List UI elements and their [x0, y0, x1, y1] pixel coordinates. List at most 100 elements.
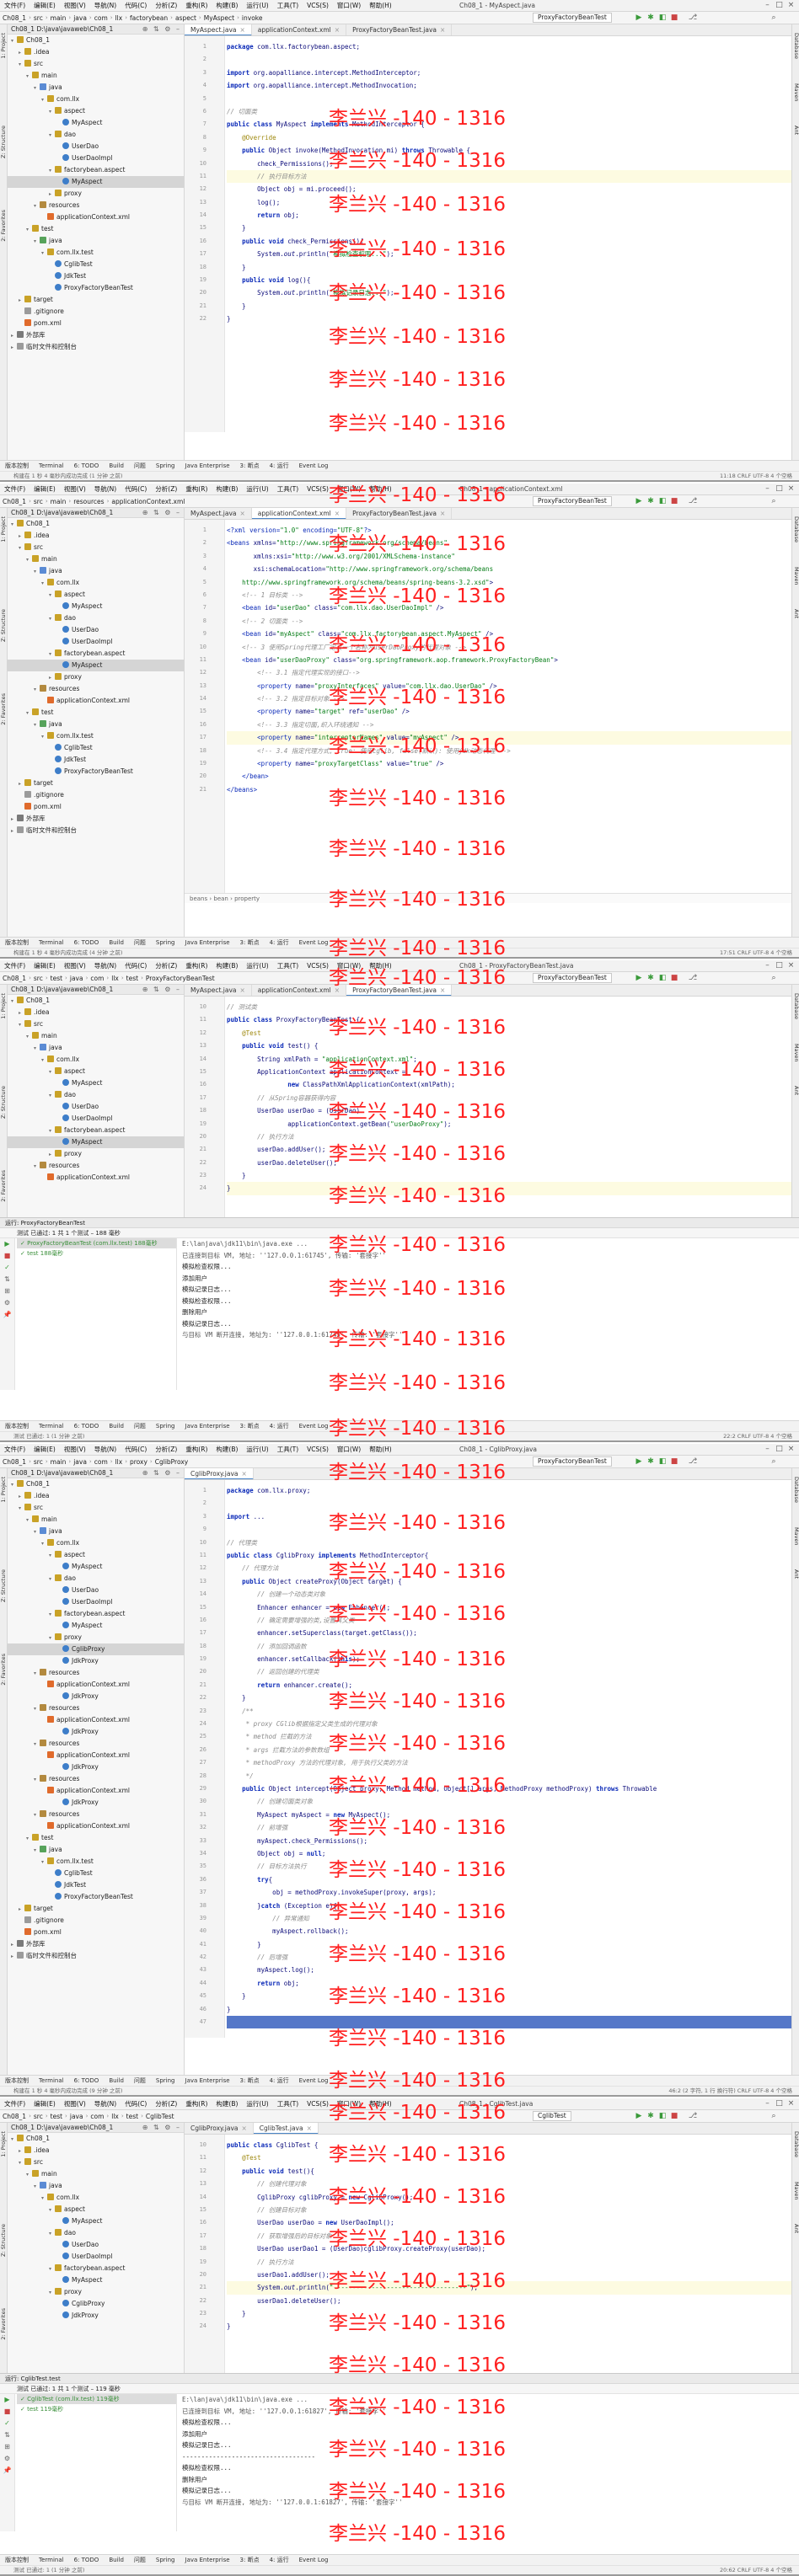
tree-item[interactable]: ▸ .idea — [8, 1007, 184, 1018]
run-icon[interactable]: ▶ — [634, 973, 644, 983]
code-line[interactable]: 16 UserDao userDao = new UserDaoImpl(); — [200, 2216, 791, 2229]
menu-item[interactable]: 构建(B) — [212, 484, 242, 494]
code-line[interactable]: 20 userDao1.addUser(); — [200, 2269, 791, 2281]
code-line[interactable]: 10 public class CglibTest { — [200, 2139, 791, 2151]
settings-icon[interactable]: ⚙ — [0, 2453, 14, 2465]
tree-item[interactable]: ▸ .idea — [8, 1490, 184, 1502]
menu-item[interactable]: 运行(U) — [242, 484, 272, 494]
code-line[interactable]: 16 <!-- 3.3 指定切面,织入环绕通知 --> — [200, 719, 791, 731]
code-line[interactable]: 44 return obj; — [200, 1977, 791, 1990]
breadcrumb-item[interactable]: test — [124, 975, 141, 982]
bottom-tool-tab[interactable]: 3: 断点 — [235, 938, 265, 948]
expand-arrow-icon[interactable]: ▸ — [49, 189, 55, 200]
menu-item[interactable]: 视图(V) — [60, 961, 90, 970]
code-line[interactable]: 24 * proxy CGlib根据指定父类生成的代理对象 — [200, 1718, 791, 1730]
run-icon[interactable]: ▶ — [634, 1456, 644, 1467]
code-line[interactable]: 11 <bean id="userDaoProxy" class="org.sp… — [200, 654, 791, 666]
tree-item[interactable]: MyAspect — [8, 601, 184, 612]
maximize-icon[interactable]: □ — [775, 1445, 784, 1454]
tree-item[interactable]: pom.xml — [8, 1927, 184, 1938]
expand-arrow-icon[interactable]: ▸ — [49, 672, 55, 684]
bottom-tool-tab[interactable]: 版本控制 — [0, 2555, 34, 2565]
tree-item[interactable]: ▾ main — [8, 2168, 184, 2180]
tree-item[interactable]: ▾ com.llx.test — [8, 1856, 184, 1868]
close-tab-icon[interactable]: × — [240, 26, 245, 34]
code-line[interactable]: 8 <!-- 2 切面类 --> — [203, 615, 791, 628]
code-line[interactable]: 26 * args 拦截方法的参数数组 — [200, 1744, 791, 1756]
expand-arrow-icon[interactable]: ▸ — [11, 1939, 17, 1951]
code-editor[interactable]: 10 public class CglibTest {11 @Test 12 pub… — [185, 2135, 791, 2373]
expand-arrow-icon[interactable]: ▾ — [19, 1503, 24, 1515]
bottom-tool-tab[interactable]: Build — [104, 461, 129, 471]
code-line[interactable]: 30 // 创建切面类对象 — [200, 1795, 791, 1808]
menu-item[interactable]: 重构(R) — [181, 961, 212, 970]
project-toolbar-icons[interactable]: ⊕ ⇅ ⚙ – — [142, 508, 181, 518]
tree-item[interactable]: ▾ com.llx — [8, 577, 184, 589]
code-line[interactable]: 16 new ClassPathXmlApplicationContext(xm… — [200, 1078, 791, 1091]
breadcrumb-item[interactable]: java — [71, 14, 89, 22]
code-line[interactable]: 29 public Object intercept(Object proxy,… — [200, 1782, 791, 1795]
breadcrumb-item[interactable]: java — [67, 2113, 86, 2120]
menu-item[interactable]: VCS(S) — [303, 485, 333, 493]
tree-item[interactable]: ▾ dao — [8, 612, 184, 624]
code-line[interactable]: 34 Object obj = null; — [200, 1847, 791, 1860]
tree-item[interactable]: MyAspect — [8, 1077, 184, 1089]
expand-arrow-icon[interactable]: ▾ — [49, 2205, 55, 2216]
tree-item[interactable]: ▾ resources — [8, 1702, 184, 1714]
menu-item[interactable]: 文件(F) — [0, 1445, 29, 1454]
breadcrumb-item[interactable]: Ch08_1 — [0, 2113, 29, 2120]
menu-item[interactable]: 工具(T) — [273, 484, 303, 494]
close-icon[interactable]: × — [786, 1445, 796, 1454]
pass-filter-icon[interactable]: ✓ — [0, 2418, 14, 2429]
expand-arrow-icon[interactable]: ▾ — [34, 83, 40, 94]
maximize-icon[interactable]: □ — [775, 1, 784, 10]
expand-arrow-icon[interactable]: ▾ — [41, 248, 47, 259]
code-line[interactable]: 15 ApplicationContext applicationContext… — [200, 1066, 791, 1078]
tree-item[interactable]: applicationContext.xml — [8, 1172, 184, 1184]
bottom-tool-tab[interactable]: 3: 断点 — [235, 2076, 265, 2086]
tree-item[interactable]: ▾ src — [8, 58, 184, 70]
code-line[interactable]: 6 <!-- 1 目标类 --> — [203, 589, 791, 601]
minimize-icon[interactable]: – — [763, 1, 772, 10]
coverage-icon[interactable]: ◧ — [657, 2111, 668, 2121]
tool-window-button-favorites[interactable]: 2: Favorites — [0, 2308, 8, 2340]
code-line[interactable]: 10 <!-- 3 使用Spring代理工厂定义一个名称为userDaoProx… — [200, 641, 791, 654]
tree-item[interactable]: ProxyFactoryBeanTest — [8, 282, 184, 294]
breadcrumb-item[interactable]: resources — [71, 498, 106, 505]
code-line[interactable]: 11 @Test — [200, 2151, 791, 2164]
code-line[interactable]: 6 // 切面类 — [203, 105, 791, 118]
expand-arrow-icon[interactable]: ▾ — [11, 996, 17, 1007]
project-toolbar-icons[interactable]: ⊕ ⇅ ⚙ – — [142, 2123, 181, 2133]
editor-tab[interactable]: MyAspect.java × — [185, 508, 252, 519]
bottom-tool-tab[interactable]: 6: TODO — [69, 461, 105, 471]
menu-item[interactable]: 构建(B) — [212, 1, 242, 10]
tree-item[interactable]: ▸ .idea — [8, 46, 184, 58]
test-result-item[interactable]: ✓ ProxyFactoryBeanTest (com.llx.test) 18… — [17, 1238, 176, 1248]
expand-arrow-icon[interactable]: ▾ — [34, 236, 40, 248]
breadcrumb-item[interactable]: main — [48, 498, 69, 505]
expand-arrow-icon[interactable]: ▸ — [19, 1491, 24, 1503]
git-icon[interactable]: ⎇ — [688, 973, 698, 983]
tree-item[interactable]: MyAspect — [8, 1136, 184, 1148]
menu-item[interactable]: 窗口(W) — [333, 961, 365, 970]
menu-item[interactable]: 视图(V) — [60, 1, 90, 10]
code-line[interactable]: 32 // 前增强 — [200, 1821, 791, 1834]
tree-item[interactable]: ▾ dao — [8, 1089, 184, 1101]
close-tab-icon[interactable]: × — [242, 2124, 247, 2132]
bottom-tool-tab[interactable]: Terminal — [34, 2076, 69, 2086]
close-icon[interactable]: × — [786, 484, 796, 494]
breadcrumb-item[interactable]: CglibProxy — [153, 1458, 190, 1466]
tree-item[interactable]: ▾ main — [8, 1514, 184, 1526]
bottom-tool-tab[interactable]: 6: TODO — [69, 938, 105, 948]
breadcrumb-item[interactable]: test — [48, 2113, 65, 2120]
expand-arrow-icon[interactable]: ▾ — [34, 684, 40, 696]
code-line[interactable]: 22 userDao1.deleteUser(); — [200, 2295, 791, 2307]
search-icon[interactable]: ⌕ — [769, 13, 779, 23]
tree-item[interactable]: ▾ com.llx — [8, 2192, 184, 2204]
code-line[interactable]: 21 </beans> — [200, 783, 791, 796]
bottom-tool-tab[interactable]: 4: 运行 — [265, 2555, 294, 2565]
tree-item[interactable]: ▾ src — [8, 2156, 184, 2168]
tree-item[interactable]: applicationContext.xml — [8, 1820, 184, 1832]
close-tab-icon[interactable]: × — [335, 26, 340, 34]
tree-item[interactable]: applicationContext.xml — [8, 695, 184, 707]
